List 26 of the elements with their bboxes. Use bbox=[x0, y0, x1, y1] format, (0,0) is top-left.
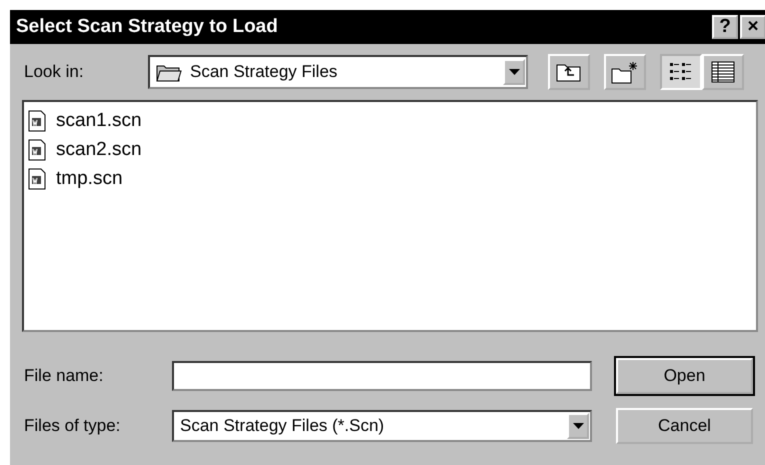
look-in-label: Look in: bbox=[24, 62, 85, 82]
help-button[interactable]: ? bbox=[712, 15, 738, 39]
file-name-label: File name: bbox=[24, 366, 104, 386]
file-item[interactable]: scan1.scn bbox=[54, 110, 144, 132]
file-type-dropdown[interactable]: Scan Strategy Files (*.Scn) bbox=[172, 410, 592, 442]
new-folder-icon bbox=[611, 60, 639, 84]
cancel-button[interactable]: Cancel bbox=[616, 408, 753, 444]
file-name-field[interactable] bbox=[172, 361, 592, 391]
window-title: Select Scan Strategy to Load bbox=[16, 16, 279, 38]
details-view-button[interactable] bbox=[702, 54, 744, 90]
details-view-icon bbox=[711, 61, 735, 83]
document-icon bbox=[28, 110, 46, 132]
list-view-icon bbox=[669, 61, 693, 83]
close-button[interactable]: × bbox=[740, 15, 765, 39]
look-in-dropdown[interactable]: Scan Strategy Files bbox=[148, 55, 528, 89]
new-folder-button[interactable] bbox=[604, 54, 646, 90]
caret-icon bbox=[508, 69, 520, 75]
file-item[interactable]: scan2.scn bbox=[54, 138, 144, 160]
caret-icon bbox=[572, 423, 584, 429]
list-view-button[interactable] bbox=[660, 54, 702, 90]
file-type-label: Files of type: bbox=[24, 416, 122, 436]
up-folder-button[interactable] bbox=[548, 54, 590, 90]
file-item[interactable]: tmp.scn bbox=[54, 168, 125, 190]
document-icon bbox=[28, 138, 46, 160]
open-button[interactable]: Open bbox=[616, 358, 753, 394]
document-icon bbox=[28, 168, 46, 190]
